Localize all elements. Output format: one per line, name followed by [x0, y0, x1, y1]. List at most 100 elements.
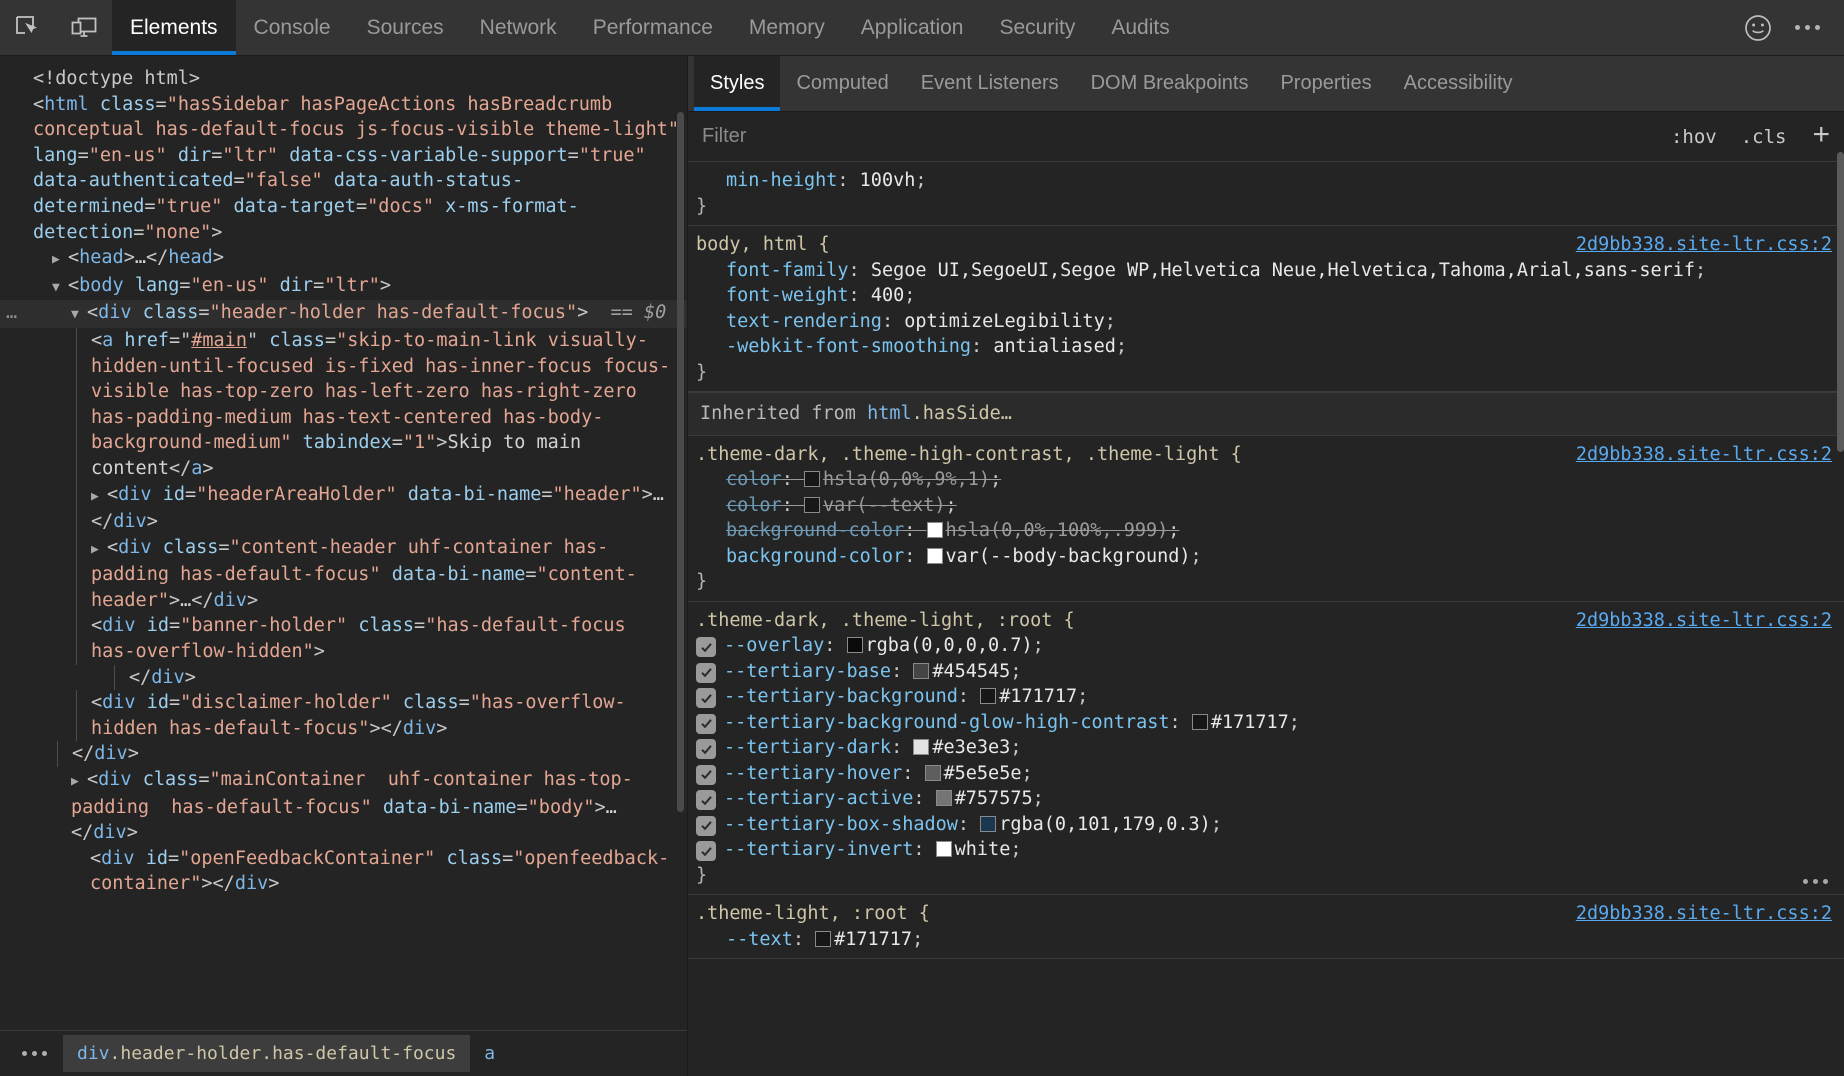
css-declaration[interactable]: --tertiary-background-glow-high-contrast…	[688, 710, 1844, 736]
css-property-value[interactable]: #757575	[955, 788, 1033, 809]
css-property-value[interactable]: rgba(0,0,0,0.7)	[866, 635, 1033, 656]
dom-node[interactable]: ▶<div class="content-header uhf-containe…	[0, 535, 687, 614]
breadcrumb-overflow-icon[interactable]	[6, 1051, 63, 1056]
tab-sources[interactable]: Sources	[349, 0, 462, 55]
dom-node[interactable]: ▶<div class="mainContainer uhf-container…	[0, 767, 687, 820]
css-property-value[interactable]: #5e5e5e	[944, 763, 1022, 784]
expand-arrow-right-icon[interactable]: ▶	[91, 537, 107, 563]
declaration-enabled-checkbox[interactable]	[696, 688, 716, 708]
dom-node[interactable]: <div id="openFeedbackContainer" class="o…	[0, 846, 687, 897]
css-declaration[interactable]: color: var(--text);	[688, 493, 1844, 519]
dom-tree[interactable]: <!doctype html><html class="hasSidebar h…	[0, 56, 687, 1030]
css-property-value[interactable]: var(--text)	[823, 495, 946, 516]
more-options-icon[interactable]	[1785, 13, 1830, 42]
tab-application[interactable]: Application	[843, 0, 982, 55]
css-property-value[interactable]: #454545	[932, 661, 1010, 682]
dom-node[interactable]: …▼<div class="header-holder has-default-…	[0, 300, 687, 328]
expand-arrow-down-icon[interactable]: ▼	[52, 275, 68, 301]
css-property-value[interactable]: var(--body-background)	[946, 546, 1191, 567]
css-selector[interactable]: body, html {	[696, 232, 1566, 258]
css-declaration[interactable]: --tertiary-dark: #e3e3e3;	[688, 735, 1844, 761]
dom-node[interactable]: </div>	[0, 665, 687, 691]
css-declaration[interactable]: font-family: Segoe UI,SegoeUI,Segoe WP,H…	[688, 258, 1844, 284]
css-declaration[interactable]: text-rendering: optimizeLegibility;	[688, 309, 1844, 335]
css-declaration[interactable]: background-color: var(--body-background)…	[688, 544, 1844, 570]
dom-node[interactable]: ▼<body lang="en-us" dir="ltr">	[0, 273, 687, 301]
css-declaration[interactable]: --tertiary-hover: #5e5e5e;	[688, 761, 1844, 787]
css-declaration[interactable]: font-weight: 400;	[688, 283, 1844, 309]
color-swatch[interactable]	[927, 522, 943, 538]
filter-input[interactable]	[688, 125, 1659, 148]
css-property-value[interactable]: 100vh	[860, 170, 916, 191]
css-declaration[interactable]: color: hsla(0,0%,9%,1);	[688, 467, 1844, 493]
sidebar-tab-properties[interactable]: Properties	[1264, 56, 1387, 111]
css-property-name[interactable]: background-color	[726, 520, 904, 541]
declaration-enabled-checkbox[interactable]	[696, 714, 716, 734]
css-property-name[interactable]: --tertiary-active	[724, 788, 913, 809]
tab-network[interactable]: Network	[462, 0, 575, 55]
css-property-name[interactable]: --tertiary-invert	[724, 839, 913, 860]
dom-tree-scrollbar[interactable]	[677, 112, 684, 1076]
color-swatch[interactable]	[913, 739, 929, 755]
dom-node[interactable]: <div id="disclaimer-holder" class="has-o…	[0, 690, 687, 741]
declaration-enabled-checkbox[interactable]	[696, 790, 716, 810]
tab-security[interactable]: Security	[981, 0, 1093, 55]
color-swatch[interactable]	[847, 637, 863, 653]
dom-node[interactable]: <html class="hasSidebar hasPageActions h…	[0, 92, 687, 246]
expand-arrow-right-icon[interactable]: ▶	[52, 247, 68, 273]
css-property-name[interactable]: background-color	[726, 546, 904, 567]
dom-node[interactable]: </div>	[0, 820, 687, 846]
css-selector[interactable]: .theme-dark, .theme-light, :root {	[696, 608, 1566, 634]
css-source-link[interactable]: 2d9bb338.site-ltr.css:2	[1576, 442, 1832, 468]
css-declaration[interactable]: --tertiary-active: #757575;	[688, 786, 1844, 812]
sidebar-tab-computed[interactable]: Computed	[780, 56, 904, 111]
css-property-name[interactable]: --tertiary-background	[724, 686, 958, 707]
css-declaration[interactable]: --tertiary-background: #171717;	[688, 684, 1844, 710]
color-swatch[interactable]	[925, 765, 941, 781]
tab-console[interactable]: Console	[236, 0, 349, 55]
css-property-value[interactable]: #171717	[1211, 712, 1289, 733]
css-declaration[interactable]: background-color: hsla(0,0%,100%,.999);	[688, 518, 1844, 544]
css-property-value[interactable]: hsla(0,0%,9%,1)	[823, 469, 990, 490]
css-declaration[interactable]: --overlay: rgba(0,0,0,0.7);	[688, 633, 1844, 659]
color-swatch[interactable]	[815, 931, 831, 947]
css-declaration[interactable]: --tertiary-invert: white;	[688, 837, 1844, 863]
css-property-name[interactable]: font-family	[726, 260, 849, 281]
dom-node[interactable]: <!doctype html>	[0, 66, 687, 92]
inspect-element-icon[interactable]	[0, 0, 56, 55]
css-property-name[interactable]: font-weight	[726, 285, 849, 306]
color-swatch[interactable]	[980, 688, 996, 704]
declaration-enabled-checkbox[interactable]	[696, 765, 716, 785]
declaration-enabled-checkbox[interactable]	[696, 739, 716, 759]
css-property-name[interactable]: --text	[726, 929, 793, 950]
color-swatch[interactable]	[1192, 714, 1208, 730]
dom-node[interactable]: </div>	[0, 509, 687, 535]
css-source-link[interactable]: 2d9bb338.site-ltr.css:2	[1576, 901, 1832, 927]
sidebar-tab-dom-breakpoints[interactable]: DOM Breakpoints	[1075, 56, 1265, 111]
css-property-name[interactable]: --tertiary-base	[724, 661, 891, 682]
css-property-value[interactable]: Segoe UI,SegoeUI,Segoe WP,Helvetica Neue…	[871, 260, 1695, 281]
css-declaration[interactable]: --tertiary-base: #454545;	[688, 659, 1844, 685]
css-property-name[interactable]: -webkit-font-smoothing	[726, 336, 971, 357]
styles-rules-list[interactable]: min-height: 100vh;}body, html {2d9bb338.…	[688, 162, 1844, 1076]
tab-memory[interactable]: Memory	[731, 0, 843, 55]
cls-button[interactable]: .cls	[1729, 126, 1799, 148]
css-property-name[interactable]: --overlay	[724, 635, 824, 656]
css-property-name[interactable]: --tertiary-background-glow-high-contrast	[724, 712, 1170, 733]
breadcrumb-item[interactable]: a	[470, 1035, 509, 1072]
color-swatch[interactable]	[804, 471, 820, 487]
sidebar-tab-accessibility[interactable]: Accessibility	[1388, 56, 1529, 111]
dom-node[interactable]: ▶<head>…</head>	[0, 245, 687, 273]
hov-button[interactable]: :hov	[1659, 126, 1729, 148]
color-swatch[interactable]	[980, 816, 996, 832]
css-property-value[interactable]: #171717	[834, 929, 912, 950]
color-swatch[interactable]	[936, 841, 952, 857]
css-property-value[interactable]: #171717	[999, 686, 1077, 707]
styles-scrollbar[interactable]	[1837, 112, 1844, 1076]
css-declaration[interactable]: --tertiary-box-shadow: rgba(0,101,179,0.…	[688, 812, 1844, 838]
css-property-value[interactable]: white	[955, 839, 1011, 860]
expand-arrow-down-icon[interactable]: ▼	[71, 302, 87, 328]
declaration-enabled-checkbox[interactable]	[696, 816, 716, 836]
css-selector[interactable]: .theme-dark, .theme-high-contrast, .them…	[696, 442, 1566, 468]
css-declaration[interactable]: --text: #171717;	[688, 927, 1844, 953]
